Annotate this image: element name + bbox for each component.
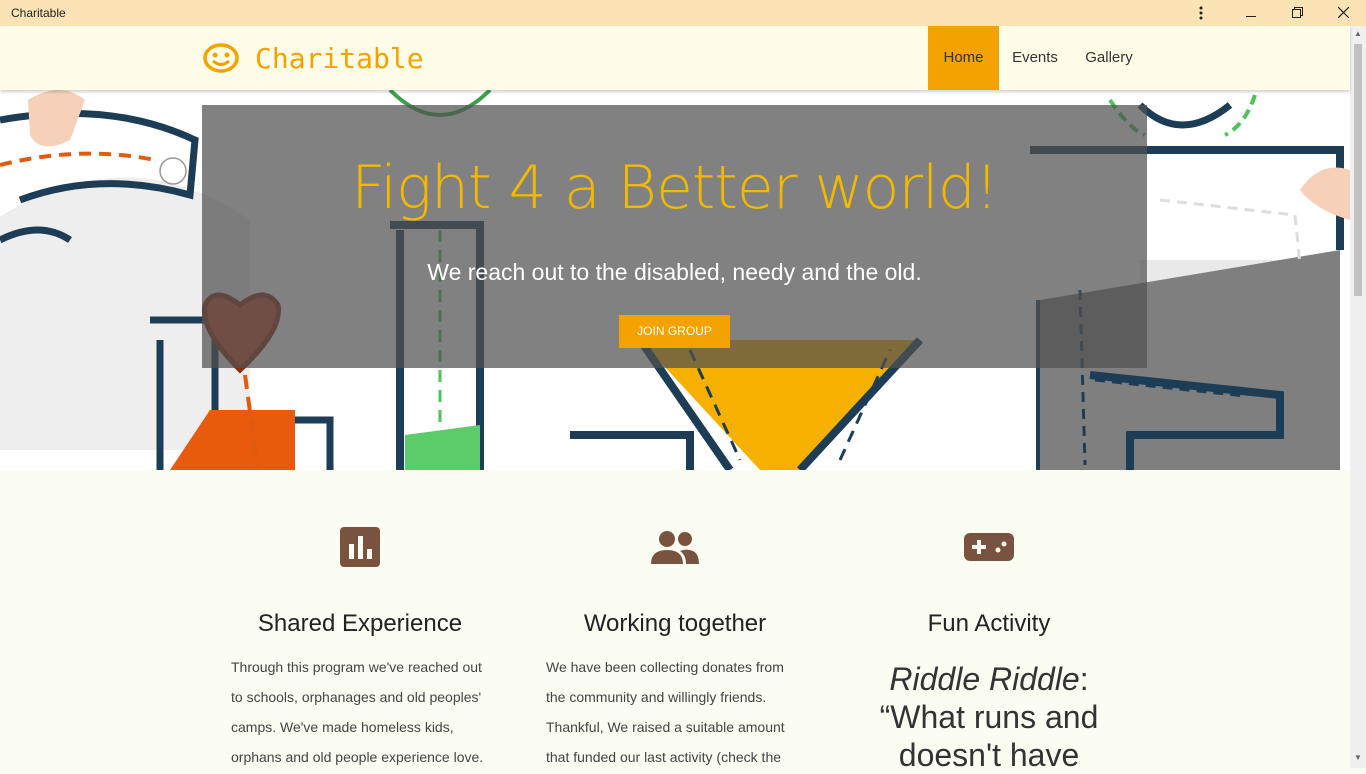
join-group-button[interactable]: JOIN GROUP — [619, 315, 730, 348]
feature-title: Shared Experience — [257, 610, 463, 637]
nav-gallery[interactable]: Gallery — [1073, 26, 1145, 90]
brand-name: Charitable — [255, 41, 424, 75]
brand-logo[interactable]: Charitable — [203, 38, 424, 78]
riddle-colon: : — [1079, 661, 1089, 697]
scrollbar-thumb[interactable] — [1354, 44, 1362, 296]
feature-body: Through this program we've reached out t… — [231, 659, 484, 765]
restore-icon[interactable] — [1274, 0, 1320, 26]
site-navbar: Charitable Home Events Gallery — [0, 26, 1350, 90]
more-options-icon[interactable] — [1178, 0, 1224, 26]
page-scrollbar[interactable]: ▲ ▼ — [1350, 26, 1366, 768]
riddle-question: “What runs and doesn't have — [879, 699, 1099, 773]
window-title: Charitable — [11, 6, 66, 20]
feature-fun-activity: Fun Activity Riddle Riddle: “What runs a… — [854, 522, 1124, 774]
hero-title: Fight 4 a Better world! — [351, 153, 999, 223]
feature-body: We have been collecting donates from the… — [546, 659, 785, 765]
close-icon[interactable] — [1320, 0, 1366, 26]
window-titlebar: Charitable — [0, 0, 1366, 26]
smiley-face-icon — [203, 43, 239, 73]
bar-chart-icon — [340, 527, 380, 567]
gamepad-icon — [964, 533, 1014, 561]
nav-events[interactable]: Events — [1002, 26, 1068, 90]
nav-home[interactable]: Home — [928, 26, 999, 90]
feature-title: Fun Activity — [927, 610, 1051, 637]
riddle-text: Riddle Riddle: “What runs and doesn't ha… — [854, 660, 1124, 774]
hero-overlay: Fight 4 a Better world! We reach out to … — [202, 105, 1147, 368]
feature-title: Working together — [583, 610, 767, 637]
riddle-label: Riddle Riddle — [889, 661, 1080, 697]
people-icon — [651, 531, 699, 564]
scroll-up-icon[interactable]: ▲ — [1350, 26, 1366, 42]
feature-working-together: Working together We have been collecting… — [540, 522, 810, 772]
feature-shared-experience: Shared Experience Through this program w… — [225, 522, 495, 772]
scroll-down-icon[interactable]: ▼ — [1350, 750, 1366, 766]
minimize-icon[interactable] — [1228, 0, 1274, 26]
hero-section: Fight 4 a Better world! We reach out to … — [0, 90, 1350, 470]
hero-subtitle: We reach out to the disabled, needy and … — [427, 259, 922, 285]
